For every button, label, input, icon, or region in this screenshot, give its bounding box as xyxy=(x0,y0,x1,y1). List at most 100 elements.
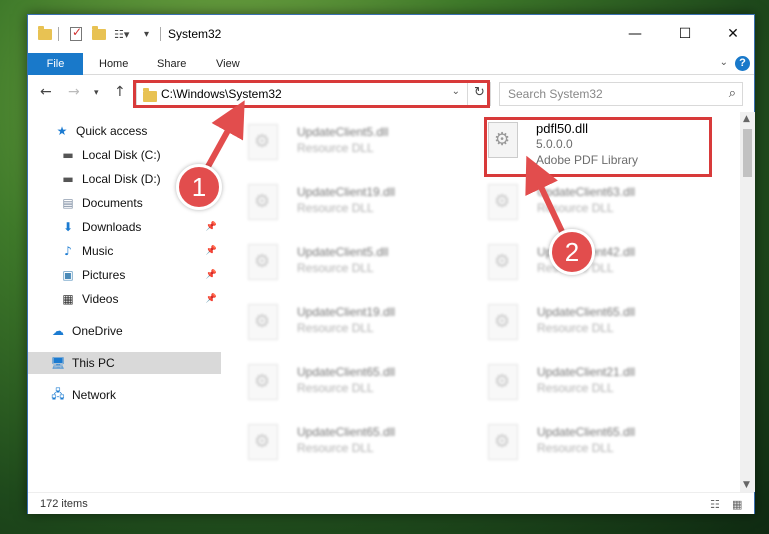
sidebar-item-label: This PC xyxy=(72,356,115,370)
sidebar-item-local-disk-c[interactable]: ▬ Local Disk (C:) xyxy=(28,144,221,166)
network-icon: 🖧 xyxy=(51,386,65,401)
file-name: UpdateClient63.dll xyxy=(537,185,636,199)
drive-icon: ▬ xyxy=(62,172,74,186)
list-item[interactable]: UpdateClient5.dll Resource DLL xyxy=(222,118,442,168)
videos-icon: ▦ xyxy=(62,292,74,306)
dll-file-icon xyxy=(248,424,278,460)
file-name: UpdateClient19.dll xyxy=(297,185,396,199)
quick-access-folder-icon[interactable] xyxy=(38,25,52,43)
sidebar-item-label: OneDrive xyxy=(72,324,123,338)
list-item[interactable]: UpdateClient65.dll Resource DLL xyxy=(462,298,682,348)
file-type: Resource DLL xyxy=(297,321,374,335)
details-view-icon[interactable]: ☷ xyxy=(710,498,720,511)
list-item[interactable]: UpdateClient19.dll Resource DLL xyxy=(222,298,442,348)
list-item[interactable]: UpdateClient65.dll Resource DLL xyxy=(222,358,442,408)
forward-arrow-icon[interactable]: → xyxy=(68,84,80,100)
file-type: Resource DLL xyxy=(537,441,614,455)
star-icon: ★ xyxy=(56,124,68,138)
maximize-button[interactable]: ☐ xyxy=(670,23,700,45)
list-item[interactable]: UpdateClient65.dll Resource DLL xyxy=(222,418,442,468)
sidebar-item-quick-access[interactable]: ★ Quick access xyxy=(28,120,221,142)
new-folder-icon[interactable] xyxy=(92,25,106,43)
dll-file-icon xyxy=(488,364,518,400)
back-arrow-icon[interactable]: ← xyxy=(40,84,52,100)
file-type: Resource DLL xyxy=(537,201,614,215)
sidebar-item-label: Downloads xyxy=(82,220,142,234)
sidebar-item-downloads[interactable]: ⬇ Downloads 📌 xyxy=(28,216,221,238)
file-type: Resource DLL xyxy=(297,441,374,455)
title-bar: ☷▾ ▾ System32 — ☐ ✕ xyxy=(28,15,754,53)
pin-icon[interactable]: 📌 xyxy=(206,246,217,256)
dll-file-icon xyxy=(488,304,518,340)
list-item[interactable]: UpdateClient21.dll Resource DLL xyxy=(462,358,682,408)
step-2-badge: 2 xyxy=(549,229,595,275)
recent-locations-icon[interactable]: ▾ xyxy=(94,88,99,98)
sidebar-item-label: Music xyxy=(82,244,114,258)
sidebar-item-pictures[interactable]: ▣ Pictures 📌 xyxy=(28,264,221,286)
file-type: Resource DLL xyxy=(297,381,374,395)
customize-toolbar-icon[interactable]: ▾ xyxy=(144,25,149,43)
minimize-button[interactable]: — xyxy=(620,23,650,45)
file-type: Resource DLL xyxy=(297,141,374,155)
search-box[interactable]: Search System32 ⌕ xyxy=(499,82,743,106)
help-icon[interactable]: ? xyxy=(735,56,750,71)
sidebar-item-videos[interactable]: ▦ Videos 📌 xyxy=(28,288,221,310)
status-bar: 172 items ☷ ▦ xyxy=(28,492,754,514)
scroll-down-icon[interactable]: ▼ xyxy=(743,480,750,490)
file-type: Resource DLL xyxy=(297,201,374,215)
view-options-icon[interactable]: ☷▾ xyxy=(114,25,129,43)
list-item[interactable]: UpdateClient65.dll Resource DLL xyxy=(462,418,682,468)
separator xyxy=(160,25,161,43)
pin-icon[interactable]: 📌 xyxy=(206,270,217,280)
properties-icon[interactable] xyxy=(70,25,82,43)
large-icons-view-icon[interactable]: ▦ xyxy=(732,498,742,511)
scroll-up-icon[interactable]: ▲ xyxy=(743,114,750,124)
sidebar-item-network[interactable]: 🖧 Network xyxy=(28,384,221,406)
item-count: 172 items xyxy=(40,498,88,510)
sidebar-item-label: Pictures xyxy=(82,268,126,282)
file-name: UpdateClient65.dll xyxy=(537,305,636,319)
file-name: UpdateClient65.dll xyxy=(297,425,396,439)
list-item[interactable]: UpdateClient63.dll Resource DLL xyxy=(462,178,682,228)
sidebar-item-onedrive[interactable]: ☁ OneDrive xyxy=(28,320,221,342)
pictures-icon: ▣ xyxy=(62,268,74,282)
dll-file-icon xyxy=(488,244,518,280)
file-highlight xyxy=(484,117,712,177)
cloud-icon: ☁ xyxy=(52,324,64,338)
file-name: UpdateClient5.dll xyxy=(297,245,389,259)
dll-file-icon xyxy=(248,364,278,400)
pin-icon[interactable]: 📌 xyxy=(206,222,217,232)
music-icon: ♪ xyxy=(64,244,72,258)
ribbon-tabs: File Home Share View ⌄ ? xyxy=(28,53,754,75)
tab-file[interactable]: File xyxy=(28,53,83,75)
dll-file-icon xyxy=(248,244,278,280)
search-icon[interactable]: ⌕ xyxy=(729,86,736,101)
pin-icon[interactable]: 📌 xyxy=(206,294,217,304)
tab-view[interactable]: View xyxy=(216,53,240,75)
scroll-thumb[interactable] xyxy=(743,129,752,177)
sidebar-item-music[interactable]: ♪ Music 📌 xyxy=(28,240,221,262)
sidebar-item-label: Local Disk (C:) xyxy=(82,148,161,162)
computer-icon: 🖥 xyxy=(50,356,66,370)
file-type: Resource DLL xyxy=(537,321,614,335)
sidebar-item-label: Local Disk (D:) xyxy=(82,172,161,186)
close-button[interactable]: ✕ xyxy=(718,23,748,45)
sidebar-item-label: Quick access xyxy=(76,124,148,138)
vertical-scrollbar[interactable]: ▲ ▼ xyxy=(740,112,755,492)
expand-ribbon-icon[interactable]: ⌄ xyxy=(720,57,728,68)
dll-file-icon xyxy=(248,184,278,220)
file-name: UpdateClient19.dll xyxy=(297,305,396,319)
file-name: UpdateClient5.dll xyxy=(297,125,389,139)
search-input[interactable]: Search System32 xyxy=(508,87,603,101)
documents-icon: ▤ xyxy=(62,196,74,210)
tab-home[interactable]: Home xyxy=(99,53,128,75)
up-arrow-icon[interactable]: ↑ xyxy=(114,84,126,100)
file-type: Resource DLL xyxy=(537,381,614,395)
sidebar-item-label: Documents xyxy=(82,196,143,210)
tab-share[interactable]: Share xyxy=(157,53,186,75)
list-item[interactable]: UpdateClient5.dll Resource DLL xyxy=(222,238,442,288)
sidebar-item-this-pc[interactable]: 🖥 This PC xyxy=(28,352,221,374)
list-item[interactable]: UpdateClient19.dll Resource DLL xyxy=(222,178,442,228)
dll-file-icon xyxy=(248,124,278,160)
sidebar-item-label: Videos xyxy=(82,292,119,306)
